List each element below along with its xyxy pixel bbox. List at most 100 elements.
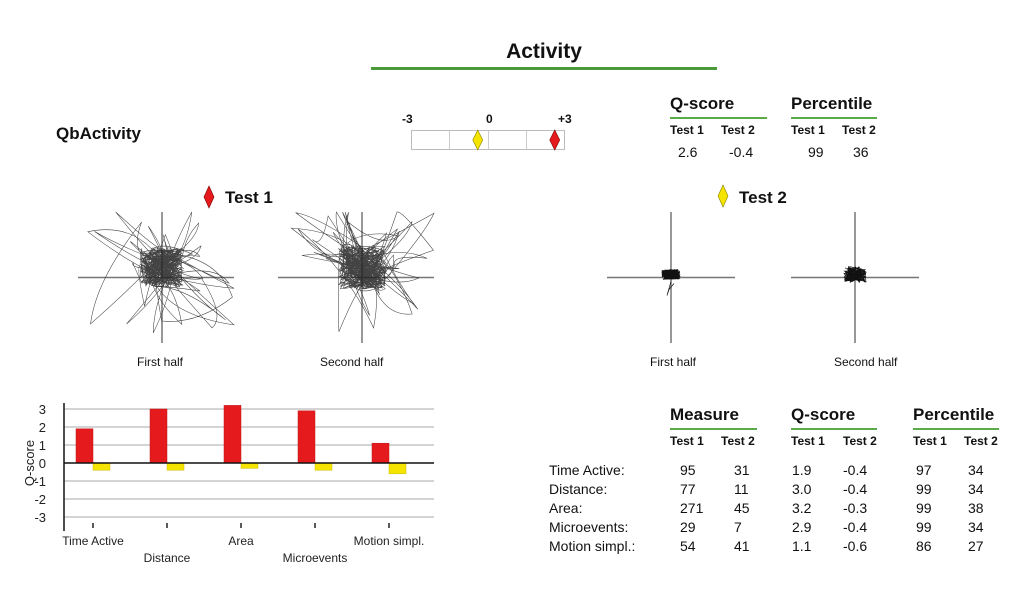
movement-path xyxy=(87,211,235,334)
test2-first-half-caption: First half xyxy=(650,355,697,369)
summary-qscore-test2: -0.4 xyxy=(729,144,754,160)
y-tick-label: 2 xyxy=(39,420,46,435)
bar-test1-distance xyxy=(149,408,168,464)
test2-header: Test 2 xyxy=(739,188,787,207)
x-tick-label: Microevents xyxy=(283,551,348,565)
cell-qscore-test1: 2.9 xyxy=(792,519,812,535)
table-measure-rule xyxy=(670,428,757,430)
scale-max-label: +3 xyxy=(558,112,572,126)
scale-markers xyxy=(472,129,561,151)
table-measure-test1-label: Test 1 xyxy=(670,434,704,448)
row-label: Area: xyxy=(549,500,583,516)
table-qscore-header: Q-score xyxy=(791,405,856,424)
row-label: Microevents: xyxy=(549,519,629,535)
summary-percentile-header: Percentile xyxy=(791,94,873,113)
bar-test1-time-active xyxy=(75,428,94,464)
bar-test1-motion-simpl xyxy=(371,442,390,464)
test2-second-half-caption: Second half xyxy=(834,355,898,369)
row-label: Time Active: xyxy=(549,462,625,478)
y-axis-label: Q-score xyxy=(22,440,37,486)
cell-measure-test2: 41 xyxy=(734,538,750,554)
cell-measure-test1: 95 xyxy=(680,462,696,478)
movement-path xyxy=(843,265,868,283)
cell-qscore-test1: 3.0 xyxy=(792,481,812,497)
cell-measure-test1: 54 xyxy=(680,538,696,554)
test2-diamond-icon xyxy=(717,184,729,208)
test1-diamond-icon xyxy=(203,185,215,209)
test1-second-half-trajectory xyxy=(278,211,435,343)
cell-qscore-test2: -0.6 xyxy=(843,538,868,554)
page-title: Activity xyxy=(506,40,582,63)
summary-qscore-test1-label: Test 1 xyxy=(670,123,704,137)
bar-test2-distance xyxy=(166,462,185,471)
table-percentile-test2-label: Test 2 xyxy=(964,434,998,448)
x-tick-label: Distance xyxy=(144,551,191,565)
bar-test2-time-active xyxy=(92,462,111,471)
summary-percentile-rule xyxy=(791,117,877,119)
test2-first-half-trajectory xyxy=(607,212,735,343)
bar-test1-area xyxy=(223,405,242,464)
cell-percentile-test1: 99 xyxy=(916,500,932,516)
table-qscore-test1-label: Test 1 xyxy=(791,434,825,448)
test2-second-half-trajectory xyxy=(791,212,919,343)
x-tick-label: Motion simpl. xyxy=(354,534,425,548)
cell-measure-test2: 7 xyxy=(734,519,742,535)
cell-percentile-test1: 86 xyxy=(916,538,932,554)
bar-test2-area xyxy=(240,462,259,469)
summary-percentile-test1: 99 xyxy=(808,144,824,160)
title-divider xyxy=(371,67,717,70)
table-percentile-rule xyxy=(913,428,999,430)
row-label: Motion simpl.: xyxy=(549,538,636,554)
bar-test2-microevents xyxy=(314,462,333,471)
cell-measure-test1: 29 xyxy=(680,519,696,535)
cell-measure-test1: 271 xyxy=(680,500,704,516)
cell-qscore-test2: -0.3 xyxy=(843,500,868,516)
cell-qscore-test2: -0.4 xyxy=(843,519,868,535)
y-tick-label: 1 xyxy=(39,438,46,453)
summary-percentile-test1-label: Test 1 xyxy=(791,123,825,137)
cell-percentile-test2: 27 xyxy=(968,538,984,554)
cell-qscore-test1: 1.9 xyxy=(792,462,812,478)
bar-test1-microevents xyxy=(297,410,316,464)
x-tick-label: Area xyxy=(228,534,254,548)
app-label: QbActivity xyxy=(56,124,142,143)
x-tick-label: Time Active xyxy=(62,534,124,548)
cell-percentile-test1: 97 xyxy=(916,462,932,478)
test1-second-half-caption: Second half xyxy=(320,355,384,369)
test1-first-half-trajectory xyxy=(78,211,235,343)
y-tick-label: -3 xyxy=(34,510,46,525)
summary-qscore-header: Q-score xyxy=(670,94,735,113)
scale-min-label: -3 xyxy=(402,112,413,126)
y-tick-label: -2 xyxy=(34,492,46,507)
table-percentile-header: Percentile xyxy=(913,405,995,424)
cell-measure-test1: 77 xyxy=(680,481,696,497)
table-qscore-rule xyxy=(791,428,877,430)
y-tick-label: 0 xyxy=(39,456,46,471)
bar-test2-motion-simpl xyxy=(388,462,407,475)
cell-qscore-test2: -0.4 xyxy=(843,481,868,497)
test1-header: Test 1 xyxy=(225,188,273,207)
summary-qscore-test1: 2.6 xyxy=(678,144,698,160)
table-measure-test2-label: Test 2 xyxy=(721,434,755,448)
test1-first-half-caption: First half xyxy=(137,355,184,369)
cell-percentile-test2: 38 xyxy=(968,500,984,516)
cell-percentile-test2: 34 xyxy=(968,519,984,535)
cell-measure-test2: 45 xyxy=(734,500,750,516)
table-measure-header: Measure xyxy=(670,405,739,424)
summary-percentile-test2: 36 xyxy=(853,144,869,160)
table-percentile-test1-label: Test 1 xyxy=(913,434,947,448)
summary-percentile-test2-label: Test 2 xyxy=(842,123,876,137)
cell-percentile-test1: 99 xyxy=(916,481,932,497)
cell-qscore-test1: 3.2 xyxy=(792,500,812,516)
cell-measure-test2: 31 xyxy=(734,462,750,478)
cell-percentile-test1: 99 xyxy=(916,519,932,535)
cell-qscore-test1: 1.1 xyxy=(792,538,812,554)
qscore-bar-chart: 3210-1-2-3Q-scoreTime ActiveDistanceArea… xyxy=(22,402,434,565)
scale-marker-test2 xyxy=(472,129,484,151)
cell-percentile-test2: 34 xyxy=(968,481,984,497)
table-qscore-test2-label: Test 2 xyxy=(843,434,877,448)
scale-mid-label: 0 xyxy=(486,112,493,126)
summary-qscore-rule xyxy=(670,117,767,119)
cell-qscore-test2: -0.4 xyxy=(843,462,868,478)
summary-qscore-test2-label: Test 2 xyxy=(721,123,755,137)
